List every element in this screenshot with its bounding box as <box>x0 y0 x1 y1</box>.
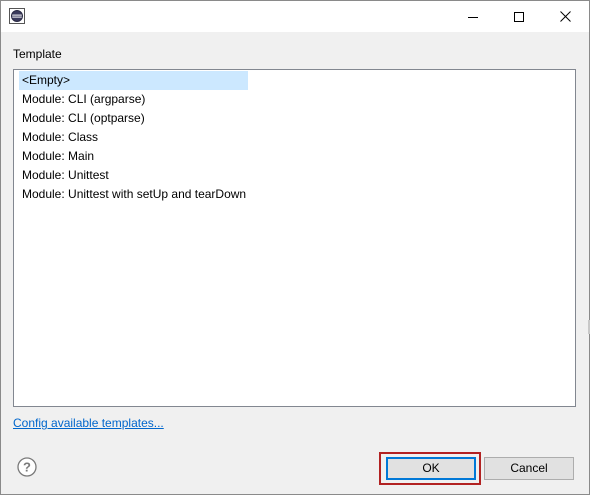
close-icon <box>559 11 571 22</box>
cancel-button[interactable]: Cancel <box>484 457 574 480</box>
list-item-empty[interactable]: <Empty> <box>19 71 248 90</box>
minimize-button[interactable] <box>450 1 496 32</box>
close-button[interactable] <box>542 1 588 32</box>
maximize-icon <box>514 11 524 22</box>
template-label: Template <box>13 47 62 61</box>
list-item-class[interactable]: Module: Class <box>19 128 98 147</box>
list-item-cli-optparse[interactable]: Module: CLI (optparse) <box>19 109 145 128</box>
list-item-unittest-setup-teardown[interactable]: Module: Unittest with setUp and tearDown <box>19 185 246 204</box>
eclipse-icon <box>9 8 25 24</box>
config-templates-link[interactable]: Config available templates... <box>13 416 164 430</box>
list-item-unittest[interactable]: Module: Unittest <box>19 166 109 185</box>
template-list[interactable]: <Empty> Module: CLI (argparse) Module: C… <box>13 69 576 407</box>
svg-text:?: ? <box>23 460 31 475</box>
title-bar <box>1 1 589 32</box>
list-item-main[interactable]: Module: Main <box>19 147 94 166</box>
list-item-cli-argparse[interactable]: Module: CLI (argparse) <box>19 90 145 109</box>
maximize-button[interactable] <box>496 1 542 32</box>
dialog-window: Template <Empty> Module: CLI (argparse) … <box>0 0 590 495</box>
minimize-icon <box>468 16 478 18</box>
ok-button[interactable]: OK <box>386 457 476 480</box>
help-icon[interactable]: ? <box>17 457 37 477</box>
